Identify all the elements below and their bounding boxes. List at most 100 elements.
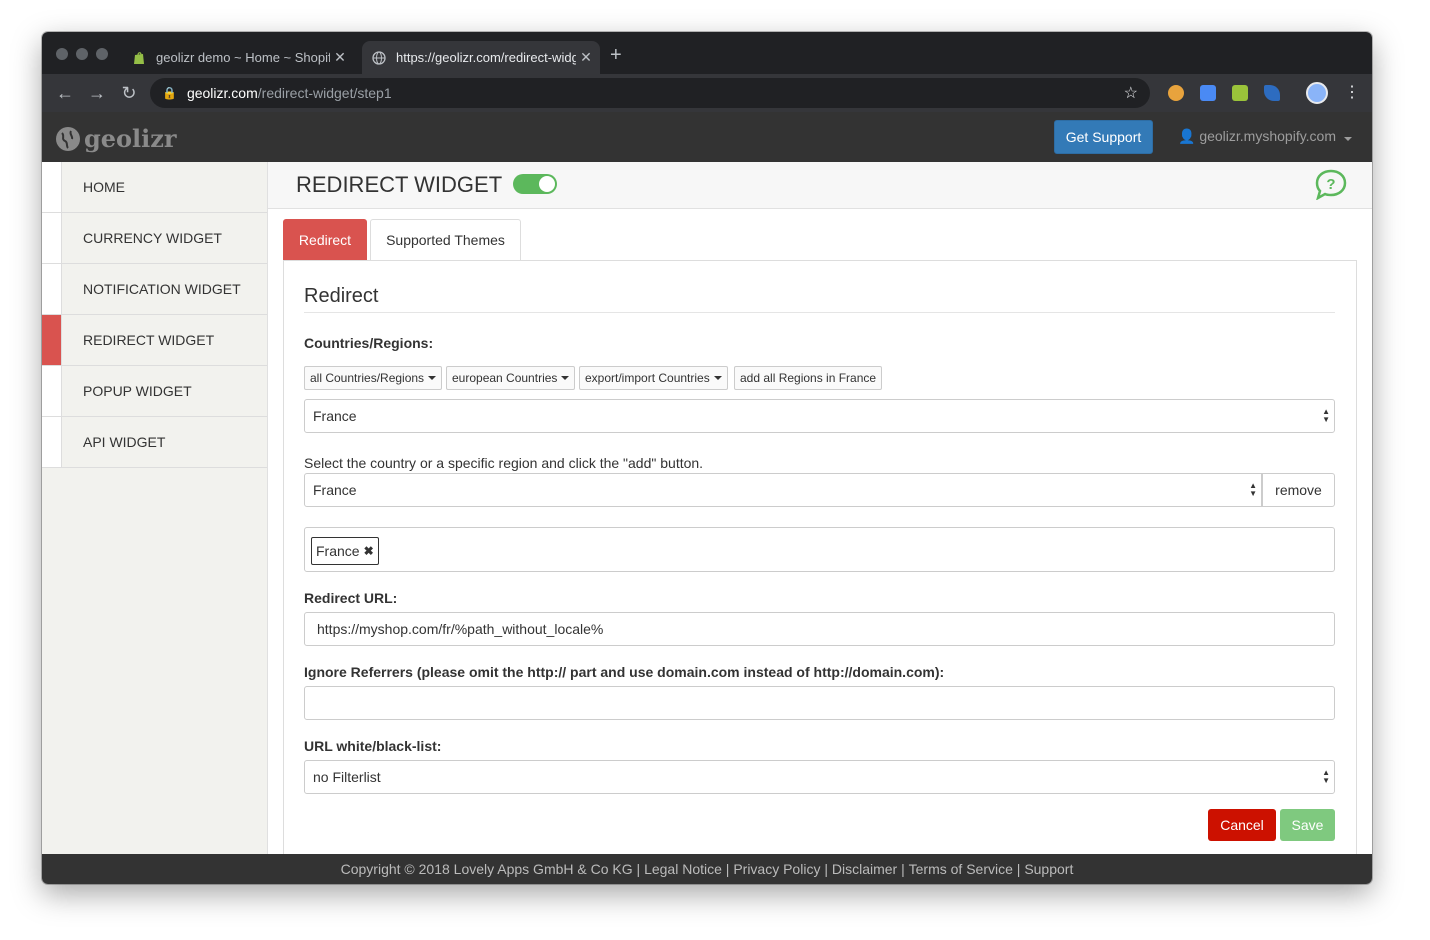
select-arrows-icon: ▲ ▼ — [1322, 768, 1330, 785]
bookmark-star-icon[interactable]: ☆ — [1124, 83, 1138, 103]
browser-tab-shopify[interactable]: geolizr demo ~ Home ~ Shopify ✕ — [122, 41, 354, 74]
countries-label: Countries/Regions: — [304, 335, 434, 351]
sidebar-marker — [42, 213, 62, 263]
filter-label: URL white/black-list: — [304, 738, 442, 754]
panel-heading: Redirect — [304, 285, 379, 307]
globe-icon — [372, 50, 386, 65]
select-value: no Filterlist — [313, 769, 381, 785]
reload-icon[interactable]: ↻ — [118, 82, 140, 104]
get-support-button[interactable]: Get Support — [1054, 120, 1153, 154]
logo-text: geolizr — [84, 124, 177, 153]
footer-link-legal-notice[interactable]: Legal Notice — [644, 861, 722, 877]
app-header: geolizr Get Support 👤 geolizr.myshopify.… — [42, 112, 1372, 162]
selected-countries-box[interactable]: France ✖ — [304, 527, 1335, 572]
cancel-button[interactable]: Cancel — [1208, 809, 1276, 841]
ignore-referrers-input[interactable] — [304, 686, 1335, 720]
redirect-panel: Redirect Countries/Regions: all Countrie… — [283, 260, 1357, 854]
window-minimize-dot[interactable] — [76, 48, 88, 60]
remove-tag-icon[interactable]: ✖ — [364, 544, 374, 558]
european-countries-dropdown[interactable]: european Countries — [446, 366, 576, 390]
sidebar-item-home[interactable]: HOME — [42, 162, 267, 213]
chip-label: add all Regions in France — [740, 371, 877, 385]
footer-link-terms-of-service[interactable]: Terms of Service — [909, 861, 1013, 877]
redirect-url-label: Redirect URL: — [304, 590, 398, 606]
user-icon: 👤 — [1178, 128, 1196, 144]
help-chat-icon[interactable]: ? — [1314, 168, 1348, 201]
add-all-regions-button[interactable]: add all Regions in France — [734, 366, 883, 390]
region-select[interactable]: France ▲ ▼ — [304, 473, 1262, 507]
caret-down-icon — [428, 376, 437, 380]
close-icon[interactable]: ✕ — [576, 49, 596, 66]
sidebar-item-popup-widget[interactable]: POPUP WIDGET — [42, 366, 267, 417]
divider — [304, 312, 1335, 313]
window-zoom-dot[interactable] — [96, 48, 108, 60]
new-tab-icon[interactable]: + — [610, 44, 622, 67]
chip-label: export/import Countries — [585, 371, 710, 385]
cookie-extension-icon[interactable] — [1168, 85, 1184, 101]
svg-text:?: ? — [1326, 176, 1335, 193]
footer: Copyright © 2018 Lovely Apps GmbH & Co K… — [42, 854, 1372, 884]
lock-icon: 🔒 — [162, 86, 177, 100]
sidebar: HOME CURRENCY WIDGET NOTIFICATION WIDGET… — [42, 162, 268, 854]
chip-label: all Countries/Regions — [310, 371, 425, 385]
sidebar-item-label: NOTIFICATION WIDGET — [83, 281, 241, 297]
tab-supported-themes[interactable]: Supported Themes — [370, 219, 521, 260]
shopify-icon — [132, 51, 146, 65]
profile-avatar[interactable] — [1306, 82, 1328, 104]
sidebar-item-label: REDIRECT WIDGET — [83, 332, 215, 348]
browser-toolbar: ← → ↻ 🔒 geolizr.com/redirect-widget/step… — [42, 74, 1372, 112]
select-arrows-icon: ▲ ▼ — [1322, 407, 1330, 424]
sidebar-marker — [42, 162, 62, 212]
all-countries-dropdown[interactable]: all Countries/Regions — [304, 366, 443, 390]
footer-link-disclaimer[interactable]: Disclaimer — [832, 861, 897, 877]
geolizr-logo[interactable]: geolizr — [56, 124, 177, 153]
extension-icon[interactable] — [1232, 85, 1248, 101]
chip-label: european Countries — [452, 371, 558, 385]
extension-icon[interactable] — [1264, 85, 1280, 101]
window-close-dot[interactable] — [56, 48, 68, 60]
sidebar-item-currency-widget[interactable]: CURRENCY WIDGET — [42, 213, 267, 264]
sidebar-marker — [42, 417, 62, 467]
country-select[interactable]: France ▲ ▼ — [304, 399, 1335, 433]
address-host: geolizr.com — [186, 85, 258, 101]
copyright-text: Copyright © 2018 Lovely Apps GmbH & Co K… — [340, 861, 633, 877]
footer-link-privacy-policy[interactable]: Privacy Policy — [733, 861, 820, 877]
extension-icon[interactable] — [1200, 85, 1216, 101]
address-bar[interactable]: 🔒 geolizr.com/redirect-widget/step1 ☆ — [150, 78, 1150, 108]
sidebar-item-label: POPUP WIDGET — [83, 383, 192, 399]
tab-redirect[interactable]: Redirect — [283, 219, 367, 260]
tag-label: France — [316, 543, 360, 559]
browser-window: geolizr demo ~ Home ~ Shopify ✕ https://… — [42, 32, 1372, 884]
help-text: Select the country or a specific region … — [304, 455, 704, 471]
remove-button[interactable]: remove — [1262, 473, 1335, 507]
more-vert-icon[interactable]: ⋮ — [1344, 82, 1360, 102]
browser-tab-bar: geolizr demo ~ Home ~ Shopify ✕ https://… — [42, 32, 1372, 74]
address-path: /redirect-widget/step1 — [257, 85, 392, 101]
sidebar-marker — [42, 264, 62, 314]
sidebar-item-label: HOME — [83, 179, 125, 195]
forward-arrow-icon[interactable]: → — [86, 82, 108, 104]
filterlist-select[interactable]: no Filterlist ▲ ▼ — [304, 760, 1335, 794]
ignore-referrers-label: Ignore Referrers (please omit the http:/… — [304, 664, 945, 680]
toggle-knob — [539, 176, 555, 192]
sidebar-item-api-widget[interactable]: API WIDGET — [42, 417, 267, 468]
page-header: REDIRECT WIDGET ? — [268, 162, 1372, 209]
redirect-url-input[interactable]: https://myshop.com/fr/%path_without_loca… — [304, 612, 1335, 646]
globe-logo-icon — [56, 126, 80, 151]
caret-down-icon — [1343, 137, 1352, 141]
export-import-countries-dropdown[interactable]: export/import Countries — [579, 366, 728, 390]
back-arrow-icon[interactable]: ← — [54, 82, 76, 104]
select-value: France — [313, 408, 357, 424]
footer-link-support[interactable]: Support — [1024, 861, 1073, 877]
tab-title: geolizr demo ~ Home ~ Shopify — [156, 50, 330, 65]
sidebar-item-label: API WIDGET — [83, 434, 166, 450]
close-icon[interactable]: ✕ — [330, 49, 350, 66]
tab-title: https://geolizr.com/redirect-widget — [396, 50, 576, 65]
sidebar-item-redirect-widget[interactable]: REDIRECT WIDGET — [42, 315, 267, 366]
widget-enabled-toggle[interactable] — [513, 174, 557, 194]
browser-tab-geolizr[interactable]: https://geolizr.com/redirect-widget ✕ — [362, 41, 600, 74]
save-button[interactable]: Save — [1280, 809, 1335, 841]
shop-dropdown[interactable]: 👤 geolizr.myshopify.com — [1178, 128, 1352, 145]
sidebar-item-notification-widget[interactable]: NOTIFICATION WIDGET — [42, 264, 267, 315]
select-arrows-icon: ▲ ▼ — [1249, 481, 1257, 498]
